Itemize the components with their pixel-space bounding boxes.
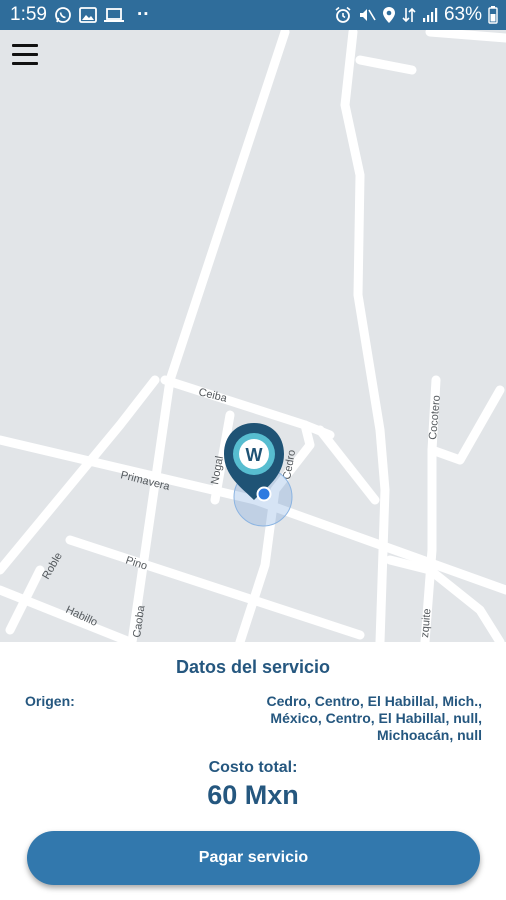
origin-value: Cedro, Centro, El Habillal, Mich., Méxic…: [266, 693, 482, 743]
road: [355, 55, 417, 75]
cost-value: 60 Mxn: [207, 780, 299, 810]
more-notifications-icon: ··: [136, 4, 150, 25]
road: [65, 535, 365, 640]
location-pin-marker[interactable]: W: [224, 423, 293, 527]
menu-icon[interactable]: [12, 44, 38, 66]
origin-label: Origen:: [25, 693, 75, 709]
whatsapp-icon: [54, 6, 72, 24]
location-icon: [382, 6, 396, 24]
battery-icon: [488, 6, 498, 24]
status-time: 1:59: [10, 4, 47, 25]
road: [425, 30, 506, 43]
current-location-dot: [256, 486, 272, 502]
service-panel: Datos del servicio Origen: Cedro, Centro…: [0, 642, 506, 900]
street-label: zquite: [419, 608, 434, 638]
road: [340, 30, 390, 642]
data-transfer-icon: [402, 6, 416, 24]
laptop-icon: [103, 7, 124, 23]
street-label: Roble: [40, 551, 65, 582]
alarm-icon: [334, 6, 352, 24]
cost-label: Costo total:: [208, 759, 298, 776]
road: [127, 30, 290, 642]
battery-percent: 63%: [443, 4, 482, 25]
status-bar: 1:59 ·· 63%: [0, 0, 506, 30]
map-view[interactable]: Ceiba Primavera Nogal Cedro Cocotero Rob…: [0, 30, 506, 642]
street-label: Cocotero: [427, 395, 443, 441]
service-title: Datos del servicio: [175, 657, 331, 677]
marker-letter: W: [246, 445, 263, 465]
street-label: Nogal: [209, 455, 226, 485]
street-label: Ceiba: [197, 386, 229, 405]
road: [315, 425, 380, 505]
image-icon: [79, 7, 97, 23]
signal-icon: [422, 7, 438, 23]
pay-service-button[interactable]: Pagar servicio: [27, 831, 480, 885]
mute-icon: [358, 6, 376, 24]
